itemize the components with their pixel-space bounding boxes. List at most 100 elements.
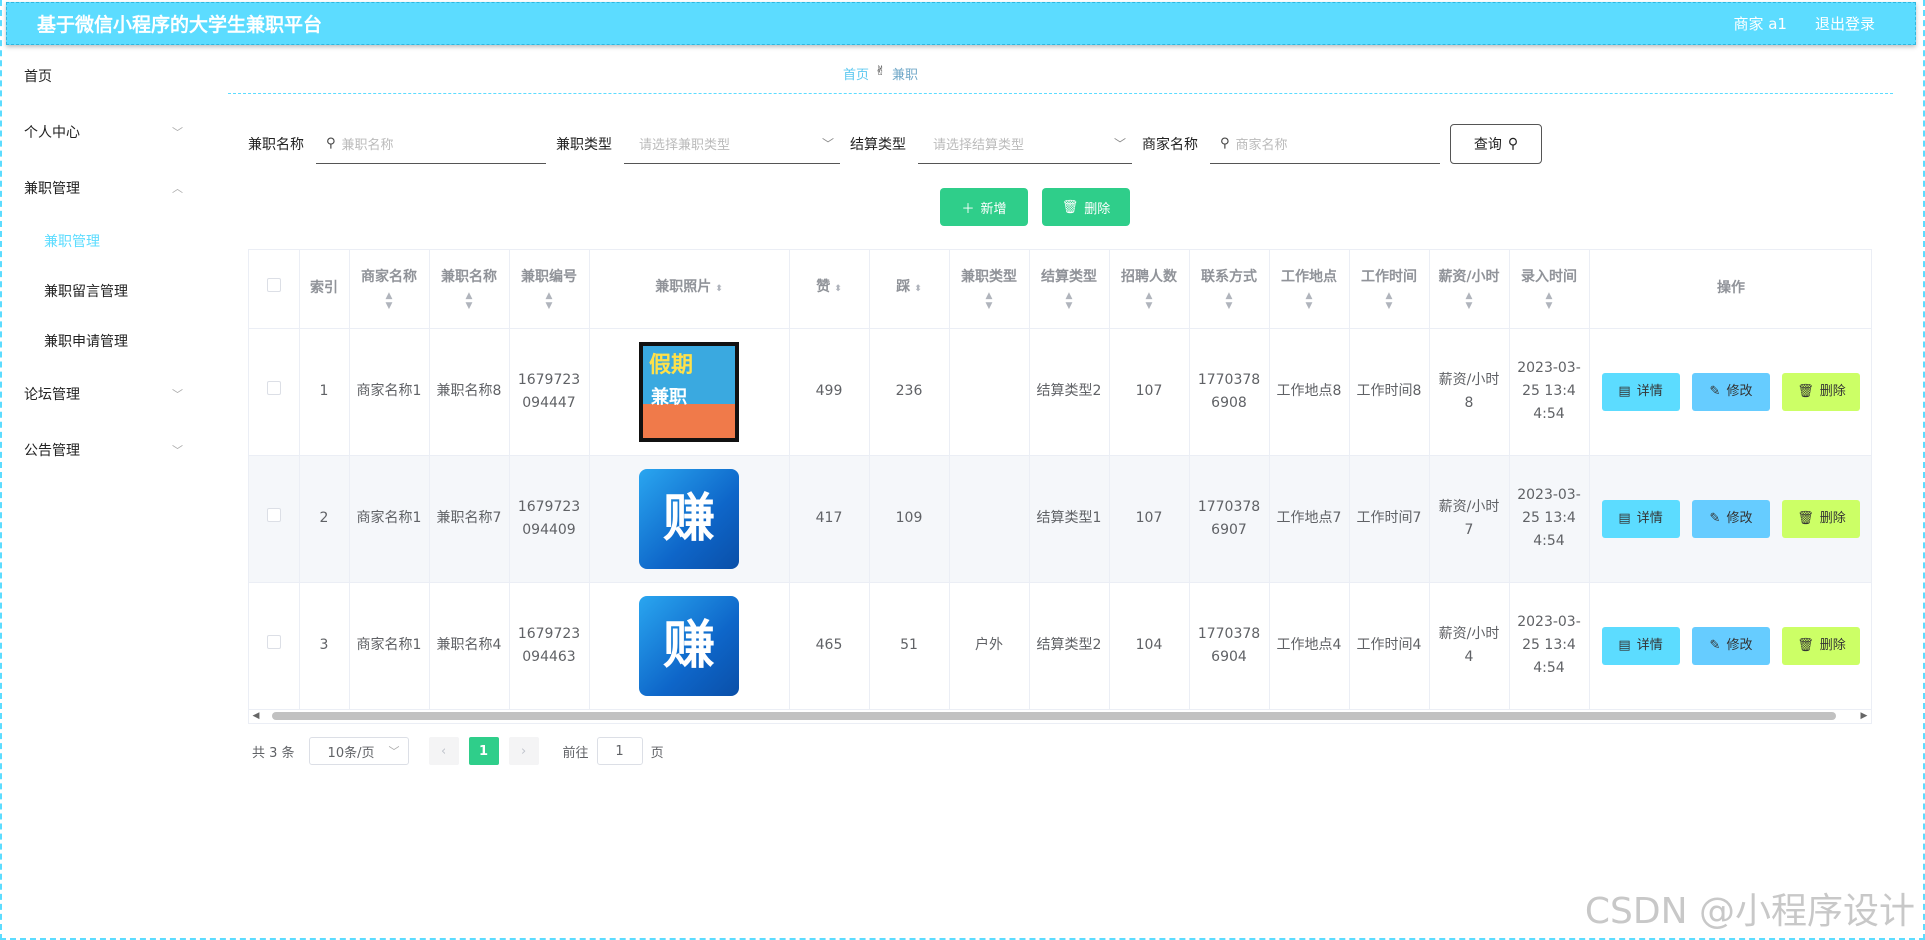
submenu-item-job-comments[interactable]: 兼职留言管理 [6,266,201,316]
row-checkbox[interactable] [266,635,281,649]
operations-cell: ▤ 详情 ✎ 修改 🗑 删除 [1589,582,1871,710]
operations-cell: ▤ 详情 ✎ 修改 🗑 删除 [1589,328,1871,456]
breadcrumb-current: 兼职 [891,68,918,83]
job-type-placeholder: 请选择兼职类型 [639,138,731,153]
sidebar-item-personal[interactable]: 个人中心 ﹀ [6,104,201,160]
sidebar-item-notice[interactable]: 公告管理 ﹀ [6,422,201,478]
delete-button[interactable]: 🗑 删除 [1782,499,1861,538]
column-header[interactable]: 商家名称 ▲ ▼ [349,250,430,329]
column-header[interactable]: 兼职编号 ▲ ▼ [509,250,590,329]
horizontal-scrollbar[interactable]: ◀ ▶ [248,708,1872,724]
column-header-label: 招聘人数 [1121,269,1177,286]
table-row: 2 商家名称1 兼职名称7 1679723094409 赚 417 109 结算类型1 107… [249,455,1871,583]
user-label[interactable]: 商家 a1 [1733,13,1787,34]
row-select-cell [249,582,300,710]
column-header[interactable]: 录入时间 ▲ ▼ [1509,250,1590,329]
sort-icon[interactable]: ⬍ [914,284,922,294]
select-all-checkbox[interactable] [266,278,281,293]
sidebar-item-label: 首页 [24,69,52,85]
merchant-name-input[interactable]: ⚲ 商家名称 [1210,124,1440,164]
column-header-label: 兼职名称 [441,269,497,286]
edit-button[interactable]: ✎ 修改 [1692,499,1770,538]
edit-button[interactable]: ✎ 修改 [1692,626,1770,665]
scroll-right-icon[interactable]: ▶ [1856,711,1872,721]
settle-type-select[interactable]: 请选择结算类型 ﹀ [918,124,1132,164]
column-header[interactable]: 工作地点 ▲ ▼ [1269,250,1350,329]
next-page-button[interactable]: › [508,737,539,765]
search-icon: ⚲ [1507,136,1519,152]
merchant-cell: 商家名称1 [349,455,430,583]
breadcrumb-home[interactable]: 首页 [843,64,869,83]
sort-icon[interactable]: ⬍ [834,284,842,294]
column-header[interactable]: 招聘人数 ▲ ▼ [1109,250,1190,329]
scroll-left-icon[interactable]: ◀ [248,711,264,721]
submenu-item-job-mgmt[interactable]: 兼职管理 [6,216,201,266]
detail-button[interactable]: ▤ 详情 [1601,372,1680,411]
column-header[interactable]: 赞 ⬍ [789,250,870,329]
sort-icon[interactable]: ▲ ▼ [956,291,1023,311]
scroll-track[interactable] [264,712,1856,720]
delete-button[interactable]: 🗑 删除 [1782,372,1861,411]
page-number-button[interactable]: 1 [468,737,499,765]
sort-icon[interactable]: ▲ ▼ [356,291,423,311]
edit-button[interactable]: ✎ 修改 [1692,372,1770,411]
column-header[interactable]: 兼职名称 ▲ ▼ [429,250,510,329]
search-icon: ⚲ [326,136,336,151]
detail-button[interactable]: ▤ 详情 [1601,626,1680,665]
column-header[interactable]: 兼职类型 ▲ ▼ [949,250,1030,329]
sort-icon[interactable]: ▲ ▼ [1356,291,1423,311]
column-header[interactable]: 踩 ⬍ [869,250,950,329]
goto-page-input[interactable]: 1 [596,737,643,765]
scroll-thumb[interactable] [272,712,1836,720]
trash-icon: 🗑 [1797,638,1814,653]
sort-icon[interactable]: ▲ ▼ [1036,291,1103,311]
work-time-cell: 工作时间7 [1349,455,1430,583]
operations-cell: ▤ 详情 ✎ 修改 🗑 删除 [1589,455,1871,583]
sort-icon[interactable]: ▲ ▼ [1516,291,1583,311]
logout-link[interactable]: 退出登录 [1815,13,1875,34]
chevron-down-icon: ﹀ [1113,137,1126,151]
select-all-cell [249,250,300,329]
job-type-select[interactable]: 请选择兼职类型 ﹀ [624,124,840,164]
sort-icon[interactable]: ▲ ▼ [1196,291,1263,311]
row-checkbox[interactable] [266,381,281,395]
add-button[interactable]: ＋ 新增 [940,188,1028,226]
query-button[interactable]: 查询 ⚲ [1450,124,1542,164]
sort-icon[interactable]: ▲ ▼ [1436,291,1503,311]
page-size-select[interactable]: 10条/页 ﹀ [308,737,409,765]
index-cell: 3 [299,582,350,710]
job-photo[interactable]: 赚 [639,595,739,696]
prev-page-button[interactable]: ‹ [428,737,459,765]
column-header[interactable]: 结算类型 ▲ ▼ [1029,250,1110,329]
batch-delete-button[interactable]: 🗑 删除 [1042,188,1130,226]
delete-button[interactable]: 🗑 删除 [1782,626,1861,665]
job-type-label: 兼职类型 [556,137,612,153]
row-checkbox[interactable] [266,508,281,522]
column-header-label: 兼职照片 [655,279,712,296]
sidebar-item-job-mgmt[interactable]: 兼职管理 ︿ [6,160,201,216]
submenu-item-job-applications[interactable]: 兼职申请管理 [6,316,201,366]
sidebar-item-label: 论坛管理 [24,387,80,403]
page-size-value: 10条/页 [327,745,375,761]
sort-icon[interactable]: ▲ ▼ [1276,291,1343,311]
sort-icon[interactable]: ⬍ [715,284,723,294]
job-photo[interactable]: 赚 [639,468,739,569]
watermark: CSDN @小程序设计 [1584,891,1915,932]
sort-icon[interactable]: ▲ ▼ [1116,291,1183,311]
sidebar-item-forum[interactable]: 论坛管理 ﹀ [6,366,201,422]
job-type-cell [949,328,1030,456]
document-icon: ▤ [1618,511,1631,526]
job-code-cell: 1679723094447 [509,328,590,456]
column-header[interactable]: 工作时间 ▲ ▼ [1349,250,1430,329]
column-header[interactable]: 兼职照片 ⬍ [589,250,790,329]
job-name-input[interactable]: ⚲ 兼职名称 [316,124,546,164]
column-header[interactable]: 薪资/小时 ▲ ▼ [1429,250,1510,329]
delete-label: 删除 [1819,638,1846,653]
column-header-label: 兼职编号 [521,269,577,286]
column-header[interactable]: 联系方式 ▲ ▼ [1189,250,1270,329]
detail-button[interactable]: ▤ 详情 [1601,499,1680,538]
job-photo[interactable]: 假期 兼职 [639,341,739,442]
sidebar-item-home[interactable]: 首页 [6,48,201,104]
sort-icon[interactable]: ▲ ▼ [436,291,503,311]
sort-icon[interactable]: ▲ ▼ [516,291,583,311]
